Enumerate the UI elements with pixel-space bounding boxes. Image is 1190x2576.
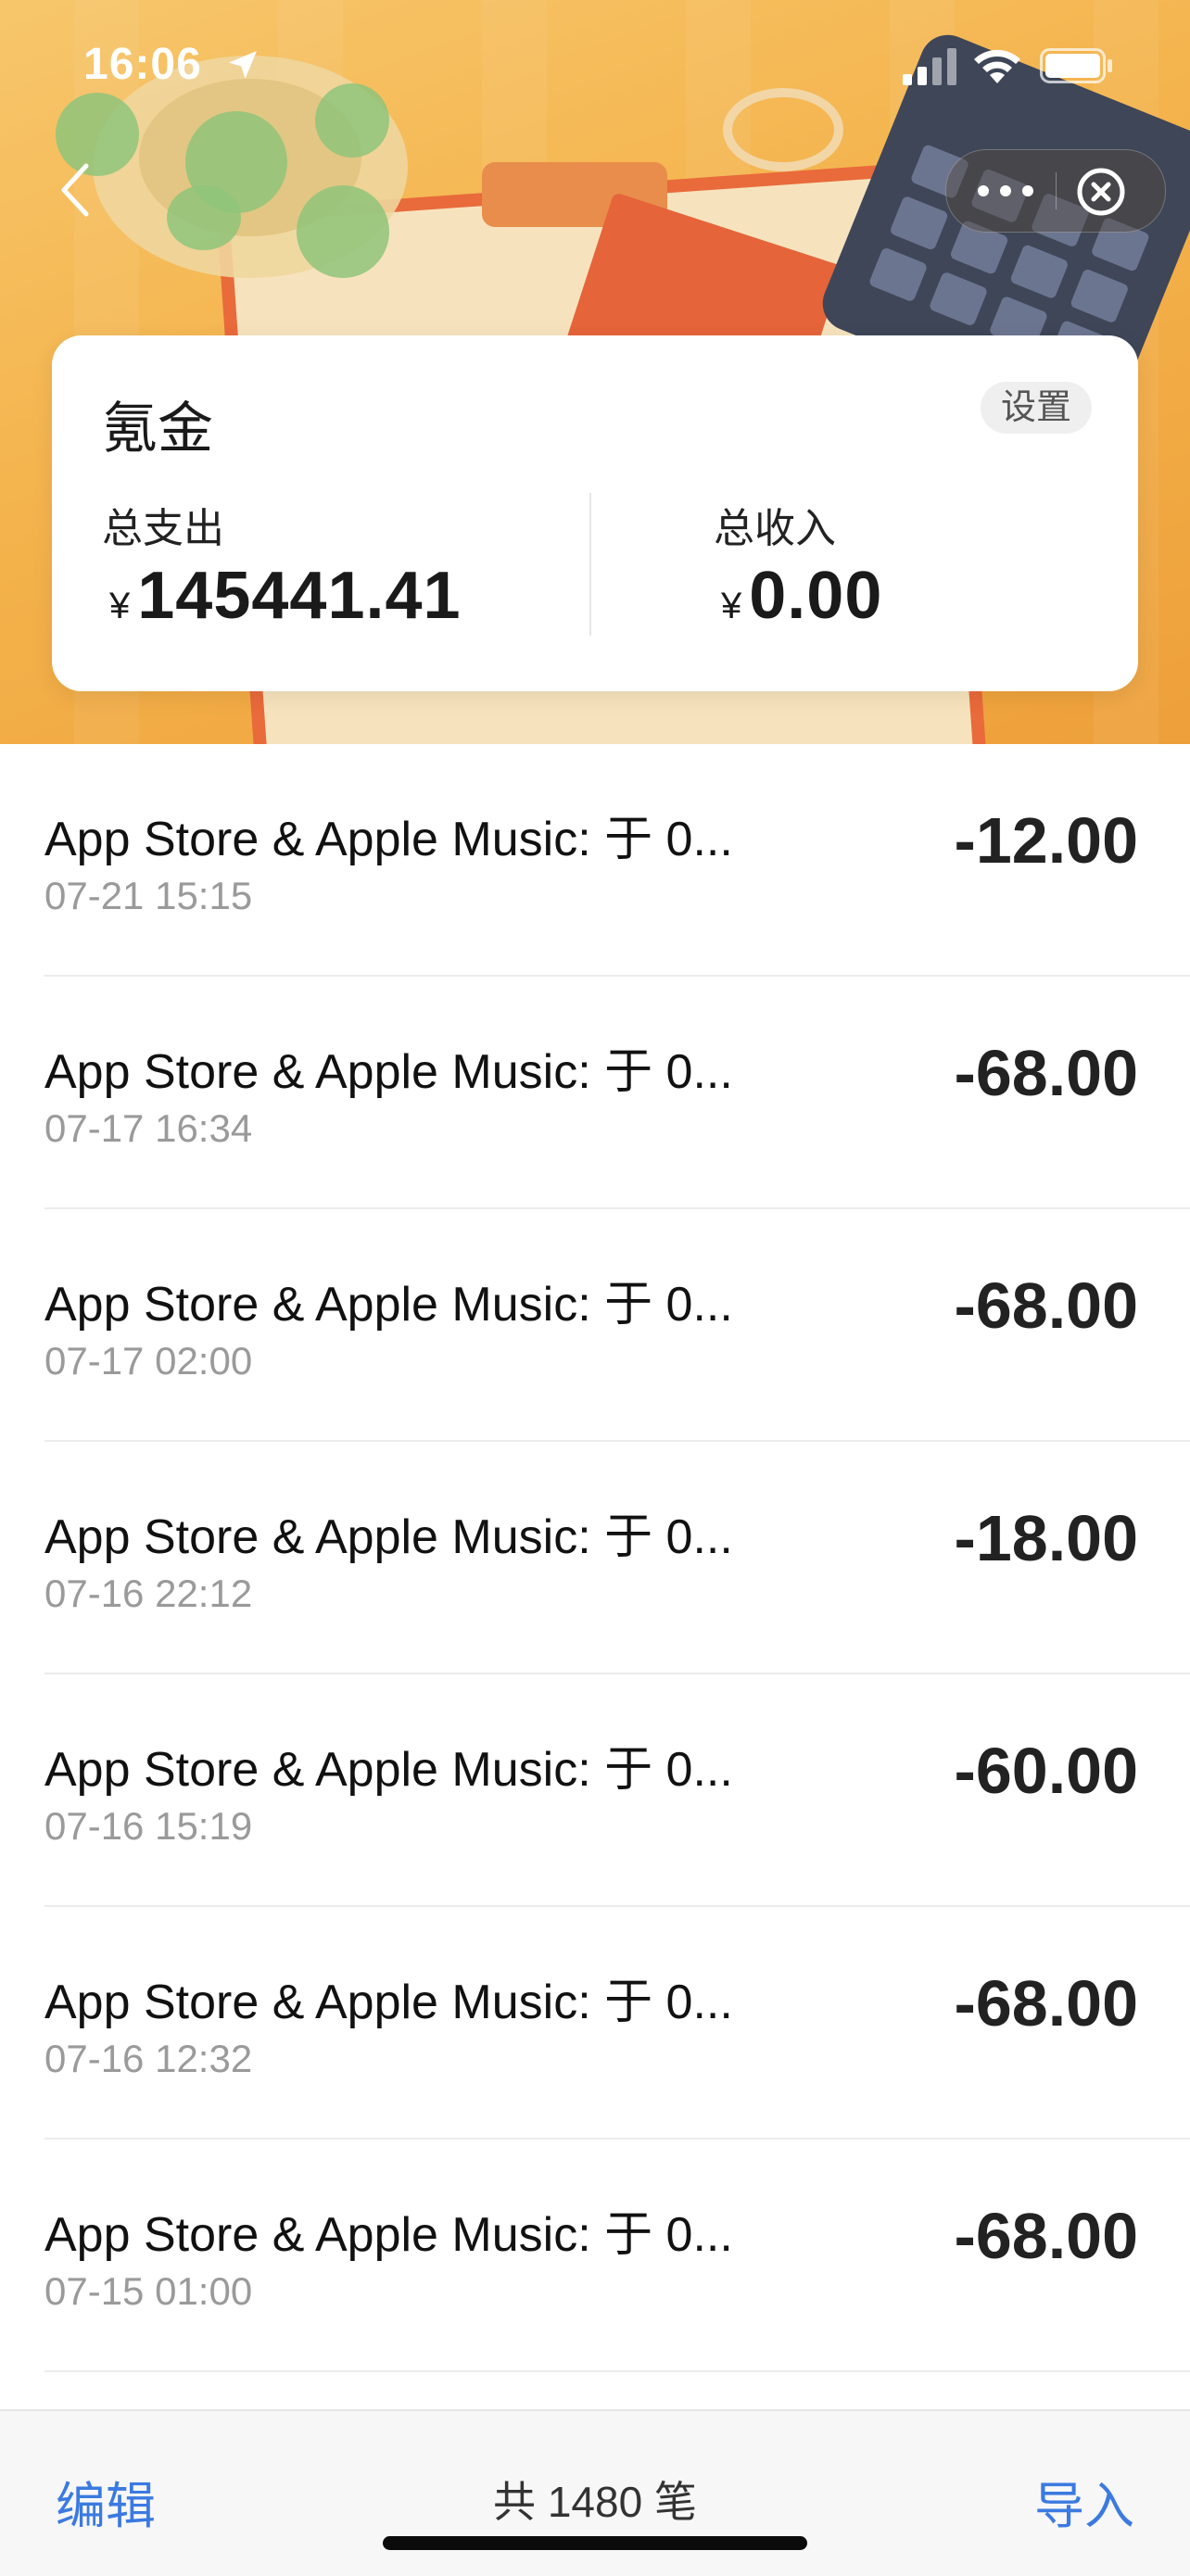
transaction-amount: -68.00: [954, 1967, 1138, 2039]
transaction-date: 07-21 15:15: [44, 874, 253, 917]
wifi-icon: [974, 49, 1020, 83]
transaction-row[interactable]: App Store & Apple Music: 于 0... 07-21 15…: [0, 744, 1190, 977]
battery-icon: [1040, 48, 1112, 83]
back-icon: [61, 163, 89, 217]
total-income: ¥ 0.00: [721, 558, 882, 634]
transaction-description: App Store & Apple Music: 于 0...: [44, 1278, 733, 1332]
total-expense-label: 总支出: [102, 506, 224, 551]
expense-amount: 145441.41: [137, 559, 462, 633]
transaction-date: 07-15 01:00: [44, 2269, 253, 2313]
summary-card: 氪金 设置 总支出 ¥ 145441.41 总收入 ¥ 0.00: [52, 335, 1138, 691]
transaction-amount: -18.00: [954, 1502, 1138, 1574]
transaction-date: 07-17 16:34: [44, 1106, 253, 1150]
more-button[interactable]: [976, 170, 1035, 211]
transaction-description: App Store & Apple Music: 于 0...: [44, 1743, 733, 1797]
record-count: 共 1480 笔: [493, 2478, 697, 2526]
transaction-amount: -68.00: [954, 1269, 1138, 1342]
back-button[interactable]: [52, 158, 98, 222]
status-time: 16:06: [83, 40, 202, 89]
transaction-date: 07-17 02:00: [44, 1339, 253, 1383]
transaction-description: App Store & Apple Music: 于 0...: [44, 2208, 733, 2262]
more-icon: [978, 185, 1033, 196]
settings-button[interactable]: 设置: [981, 382, 1093, 434]
income-amount: 0.00: [749, 559, 883, 633]
status-bar: 16:06: [0, 0, 1190, 130]
home-indicator: [383, 2536, 807, 2550]
transaction-amount: -68.00: [954, 2200, 1138, 2272]
transaction-description: App Store & Apple Music: 于 0...: [44, 1045, 733, 1099]
transaction-row[interactable]: App Store & Apple Music: 于 0... 07-16 22…: [0, 1442, 1190, 1674]
transaction-row[interactable]: App Store & Apple Music: 于 0... 07-16 12…: [0, 1907, 1190, 2140]
ledger-title: 氪金: [102, 398, 213, 460]
transaction-list: App Store & Apple Music: 于 0... 07-21 15…: [0, 744, 1190, 2372]
total-income-label: 总收入: [714, 506, 836, 551]
transaction-date: 07-16 12:32: [44, 2037, 253, 2080]
expense-currency: ¥: [109, 586, 131, 626]
location-icon: [229, 51, 257, 79]
edit-button[interactable]: 编辑: [56, 2465, 156, 2538]
signal-icon: [903, 48, 956, 85]
transaction-row[interactable]: App Store & Apple Music: 于 0... 07-15 01…: [0, 2140, 1190, 2372]
bottom-toolbar: 共 1480 笔 编辑 导入: [0, 2409, 1190, 2576]
transaction-description: App Store & Apple Music: 于 0...: [44, 813, 733, 866]
transaction-row[interactable]: App Store & Apple Music: 于 0... 07-16 15…: [0, 1674, 1190, 1907]
close-icon[interactable]: [1076, 167, 1126, 217]
import-button[interactable]: 导入: [1034, 2465, 1134, 2538]
transaction-date: 07-16 22:12: [44, 1572, 253, 1615]
transaction-amount: -68.00: [954, 1037, 1138, 1109]
transaction-description: App Store & Apple Music: 于 0...: [44, 1976, 733, 2029]
transaction-date: 07-16 15:19: [44, 1804, 253, 1848]
card-divider: [589, 493, 591, 636]
transaction-row[interactable]: App Store & Apple Music: 于 0... 07-17 02…: [0, 1209, 1190, 1442]
mini-program-capsule: [945, 149, 1166, 233]
transaction-amount: -60.00: [954, 1735, 1138, 1807]
total-expense: ¥ 145441.41: [109, 558, 462, 634]
income-currency: ¥: [721, 586, 742, 626]
transaction-description: App Store & Apple Music: 于 0...: [44, 1510, 733, 1564]
transaction-row[interactable]: App Store & Apple Music: 于 0... 07-17 16…: [0, 977, 1190, 1209]
transaction-amount: -12.00: [954, 804, 1138, 877]
